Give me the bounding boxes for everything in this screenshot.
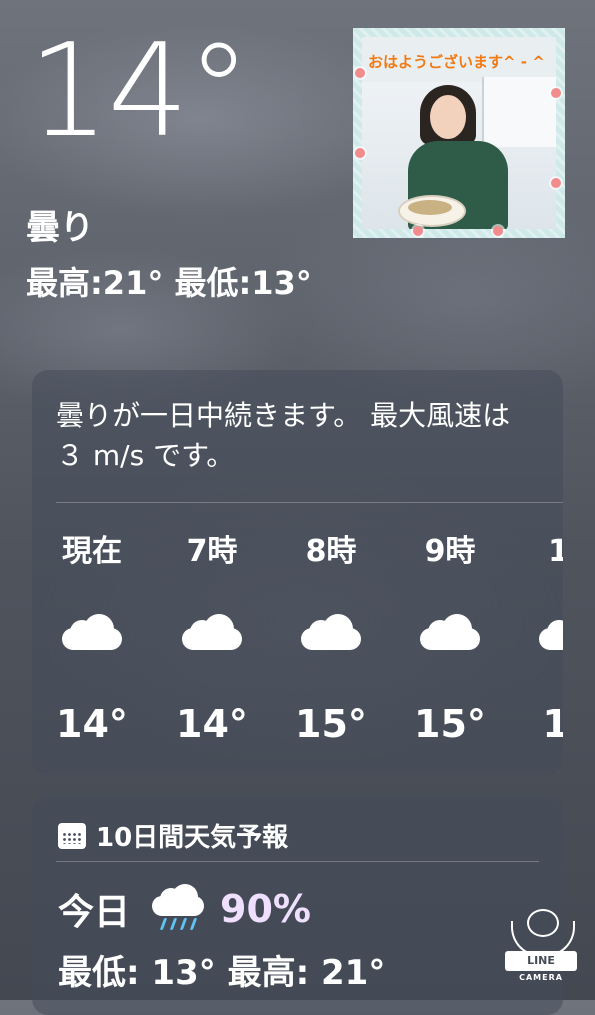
ten-day-header: 10日間天気予報 (58, 817, 288, 854)
precip-chance: 90% (220, 887, 311, 931)
hour-temp: 14° (56, 702, 128, 746)
ten-day-title: 10日間天気予報 (96, 823, 289, 853)
hour-label: 9時 (424, 534, 476, 569)
forecast-row-today[interactable]: 今日 90% (58, 883, 311, 935)
cloud-icon (539, 614, 563, 650)
photo-image: おはようございます^ - ^ (362, 37, 556, 229)
hour-item: 10 17 (519, 530, 563, 746)
ten-day-forecast-card[interactable]: 10日間天気予報 今日 90% 最低: 13° 最高: 21° (32, 795, 563, 1015)
hour-item: 8時 15° (281, 530, 381, 746)
current-temperature: 14° (28, 17, 251, 166)
cloud-rain-icon (150, 884, 206, 934)
forecast-summary: 曇りが一日中続きます。 最大風速は３ m/s です。 (56, 399, 511, 472)
hour-temp: 15° (295, 702, 367, 746)
hour-temp: 17 (542, 702, 563, 746)
hourly-forecast-card: 曇りが一日中続きます。 最大風速は３ m/s です。 現在 14° 7時 14°… (32, 370, 563, 775)
hourly-strip[interactable]: 現在 14° 7時 14° 8時 15° 9時 15° 10 17 (32, 530, 563, 760)
cloud-icon (301, 614, 361, 650)
hour-item: 7時 14° (162, 530, 262, 746)
hour-temp: 15° (414, 702, 486, 746)
photo-caption: おはようございます^ - ^ (368, 53, 545, 71)
cloud-icon (62, 614, 122, 650)
forecast-day: 今日 (58, 892, 131, 933)
cloud-icon (420, 614, 480, 650)
photo-sticker: おはようございます^ - ^ (353, 28, 565, 238)
bear-icon (527, 909, 559, 937)
watermark-brand: LINE (505, 951, 577, 971)
divider (56, 861, 539, 862)
hour-item: 9時 15° (400, 530, 500, 746)
cloud-icon (182, 614, 242, 650)
current-condition: 曇り (26, 208, 94, 248)
current-high-low: 最高:21° 最低:13° (26, 264, 312, 302)
forecast-low-high: 最低: 13° 最高: 21° (58, 953, 386, 993)
calendar-icon (58, 822, 86, 849)
hour-temp: 14° (176, 702, 248, 746)
line-camera-watermark: LINE CAMERA (505, 905, 577, 983)
hour-label: 8時 (305, 534, 357, 569)
watermark-sub: CAMERA (519, 973, 563, 982)
hour-label: 現在 (62, 534, 122, 569)
hour-label: 7時 (186, 534, 238, 569)
hour-item: 現在 14° (42, 530, 142, 746)
hour-label: 10 (548, 534, 563, 569)
divider (56, 502, 563, 503)
